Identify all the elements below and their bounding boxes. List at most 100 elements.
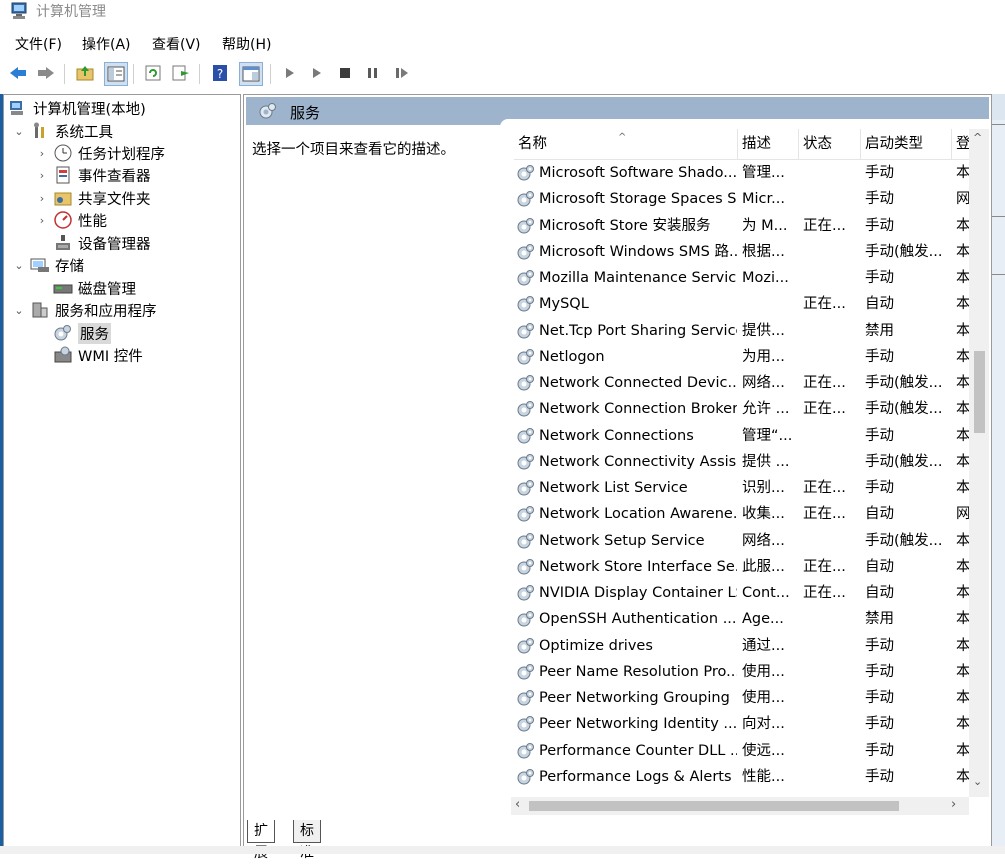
- show-hide-tree-icon[interactable]: [104, 62, 128, 86]
- table-row[interactable]: MySQL 正在... 自动本: [514, 291, 972, 317]
- tree-item-device-manager[interactable]: 设备管理器: [53, 232, 151, 254]
- table-row[interactable]: NVIDIA Display Container LS Cont... 正在... 自…: [514, 580, 972, 606]
- service-gear-icon: [516, 269, 536, 287]
- tab-standard[interactable]: 标准: [293, 820, 321, 861]
- cell-description: 提供...: [742, 322, 785, 339]
- cell-description: 收集...: [742, 506, 785, 523]
- column-header-startup-type[interactable]: 启动类型: [861, 129, 952, 159]
- panel-header: 服务: [246, 97, 989, 127]
- properties-icon[interactable]: [239, 62, 263, 86]
- service-gear-icon: [516, 190, 536, 208]
- tree-item-event-viewer[interactable]: › 事件查看器: [35, 164, 151, 186]
- forward-icon[interactable]: [35, 62, 57, 84]
- table-row[interactable]: Network Store Interface Se... 此服... 正在... 自…: [514, 554, 972, 580]
- column-header-name[interactable]: 名称 ^: [514, 129, 738, 159]
- chevron-down-icon[interactable]: ⌄: [12, 259, 26, 272]
- start-service-alt-icon[interactable]: [306, 62, 328, 84]
- scroll-right-icon[interactable]: ›: [951, 797, 956, 812]
- cell-status: 正在...: [803, 558, 846, 575]
- menu-help[interactable]: 帮助(H): [222, 34, 271, 54]
- cell-name: Peer Networking Grouping: [539, 690, 730, 706]
- table-row[interactable]: Microsoft Storage Spaces S... Micr... 手动网: [514, 186, 972, 212]
- export-list-icon[interactable]: [170, 62, 192, 84]
- table-row[interactable]: Performance Logs & Alerts 性能... 手动本: [514, 764, 972, 790]
- scrollbar-thumb[interactable]: [974, 351, 985, 433]
- chevron-down-icon[interactable]: ⌄: [12, 125, 26, 138]
- tree-item-storage[interactable]: ⌄ 存储: [12, 254, 84, 276]
- tree-item-performance[interactable]: › 性能: [35, 209, 107, 231]
- refresh-icon[interactable]: [142, 62, 164, 84]
- service-gear-icon: [516, 715, 536, 733]
- tab-extended[interactable]: 扩展: [247, 820, 275, 861]
- service-gear-icon: [516, 663, 536, 681]
- horizontal-scrollbar[interactable]: ‹ ›: [511, 797, 969, 815]
- cell-name: Mozilla Maintenance Service: [539, 270, 737, 286]
- scrollbar-thumb[interactable]: [529, 801, 899, 811]
- table-row[interactable]: Optimize drives 通过... 手动本: [514, 633, 972, 659]
- cell-name: Network List Service: [539, 480, 688, 496]
- table-row[interactable]: Mozilla Maintenance Service Mozi... 手动本: [514, 265, 972, 291]
- menu-action[interactable]: 操作(A): [82, 34, 131, 54]
- table-row[interactable]: Performance Counter DLL ... 使远... 手动本: [514, 738, 972, 764]
- table-row[interactable]: Network Location Awarene... 收集... 正在... 自动网: [514, 501, 972, 527]
- pause-service-icon[interactable]: [362, 62, 384, 84]
- back-icon[interactable]: [7, 62, 29, 84]
- table-row[interactable]: Microsoft Store 安装服务为 M... 正在... 手动本: [514, 213, 972, 239]
- table-row[interactable]: Network Connection Broker 允许 ... 正在... 手动(触…: [514, 396, 972, 422]
- tree-item-root[interactable]: 计算机管理(本地): [8, 97, 146, 119]
- tree-item-system-tools[interactable]: ⌄ 系统工具: [12, 120, 113, 142]
- chevron-right-icon[interactable]: ›: [35, 147, 49, 160]
- table-row[interactable]: Network List Service 识别... 正在... 手动本: [514, 475, 972, 501]
- table-row[interactable]: Microsoft Software Shado... 管理... 手动本: [514, 160, 972, 186]
- tree-label: 设备管理器: [78, 236, 151, 253]
- scroll-up-icon[interactable]: ^: [973, 131, 982, 144]
- table-row[interactable]: Netlogon 为用... 手动本: [514, 344, 972, 370]
- help-icon[interactable]: ?: [209, 62, 231, 84]
- scroll-left-icon[interactable]: ‹: [515, 797, 520, 812]
- tree-item-wmi[interactable]: WMI 控件: [53, 344, 143, 366]
- up-folder-icon[interactable]: [74, 62, 96, 84]
- table-row[interactable]: OpenSSH Authentication ... Age... 禁用本: [514, 606, 972, 632]
- service-gear-icon: [516, 558, 536, 576]
- cell-description: 识别...: [742, 480, 785, 496]
- tree-item-services[interactable]: 服务: [53, 322, 111, 344]
- tree-item-disk-management[interactable]: 磁盘管理: [53, 277, 136, 299]
- table-row[interactable]: Peer Networking Identity ... 向对... 手动本: [514, 711, 972, 737]
- chevron-right-icon[interactable]: ›: [35, 192, 49, 205]
- table-row[interactable]: Network Connections 管理“... 手动本: [514, 423, 972, 449]
- vertical-scrollbar[interactable]: ^ ⌄: [969, 129, 989, 797]
- column-header-description[interactable]: 描述: [738, 129, 799, 159]
- chevron-right-icon[interactable]: ›: [35, 214, 49, 227]
- start-service-icon[interactable]: [279, 62, 301, 84]
- restart-service-icon[interactable]: [391, 62, 413, 84]
- table-row[interactable]: Network Connectivity Assis... 提供 ... 手动(触发…: [514, 449, 972, 475]
- service-gear-icon: [516, 322, 536, 340]
- table-row[interactable]: Peer Networking Grouping 使用... 手动本: [514, 685, 972, 711]
- menu-file[interactable]: 文件(F): [15, 34, 62, 54]
- scroll-down-icon[interactable]: ⌄: [973, 775, 982, 788]
- device-manager-icon: [53, 234, 73, 252]
- stop-service-icon[interactable]: [334, 62, 356, 84]
- tree-item-task-scheduler[interactable]: › 任务计划程序: [35, 142, 165, 164]
- cell-description: 使远...: [742, 742, 785, 759]
- cell-description: 通过...: [742, 637, 785, 654]
- chevron-right-icon[interactable]: ›: [35, 169, 49, 182]
- tree-item-services-apps[interactable]: ⌄ 服务和应用程序: [12, 299, 157, 321]
- table-row[interactable]: Net.Tcp Port Sharing Service 提供... 禁用本: [514, 318, 972, 344]
- table-row[interactable]: Network Connected Devic... 网络... 正在... 手动(触…: [514, 370, 972, 396]
- chevron-down-icon[interactable]: ⌄: [12, 304, 26, 317]
- services-panel: 服务 选择一个项目来查看它的描述。 名称 ^ 描述 状态 启动类型 登 Micr…: [243, 94, 992, 848]
- menu-view[interactable]: 查看(V): [152, 34, 201, 54]
- column-label: 状态: [803, 136, 832, 152]
- column-header-status[interactable]: 状态: [799, 129, 861, 159]
- tree-item-shared-folders[interactable]: › 共享文件夹: [35, 187, 151, 209]
- services-apps-icon: [30, 301, 50, 319]
- table-row[interactable]: Microsoft Windows SMS 路... 根据... 手动(触发... 本: [514, 239, 972, 265]
- cell-description: 管理...: [742, 165, 785, 181]
- clock-icon: [53, 144, 73, 162]
- table-row[interactable]: Peer Name Resolution Pro... 使用... 手动本: [514, 659, 972, 685]
- cell-startup-type: 手动: [865, 191, 894, 208]
- cell-startup-type: 手动: [865, 768, 894, 785]
- table-row[interactable]: Network Setup Service 网络... 手动(触发... 本: [514, 528, 972, 554]
- service-gear-icon: [516, 610, 536, 628]
